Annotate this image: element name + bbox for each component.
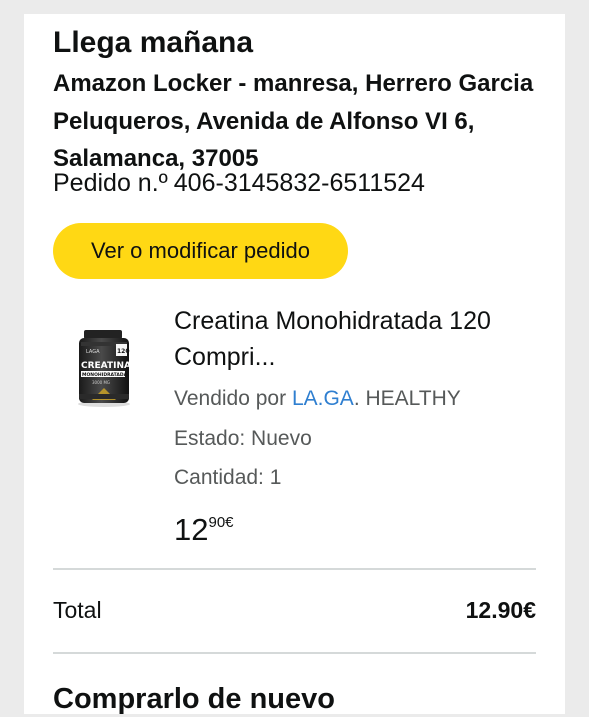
product-image[interactable]: LAGA 120 CREATINA MONOHIDRATADA 3000 MG — [64, 328, 144, 408]
divider — [53, 568, 536, 570]
seller-link[interactable]: LA.GA — [292, 387, 354, 410]
delivery-address: Amazon Locker - manresa, Herrero Garcia … — [53, 70, 534, 172]
order-card: Llega mañana Amazon Locker - manresa, He… — [24, 14, 565, 715]
order-number-value: 406-3145832-6511524 — [173, 169, 425, 197]
product-quantity: Cantidad: 1 — [174, 466, 282, 489]
order-number: Pedido n.º 406-3145832-6511524 — [53, 166, 425, 200]
product-image-sublabel: MONOHIDRATADA — [82, 372, 128, 378]
order-number-label: Pedido n.º — [53, 169, 168, 197]
product-title-link[interactable]: Creatina Monohidratada 120 Compri... — [174, 303, 544, 375]
sold-by: Vendido por LA.GA. HEALTHY — [174, 384, 461, 414]
product-image-dose: 3000 MG — [92, 380, 110, 385]
divider — [53, 652, 536, 654]
product-image-label: CREATINA — [81, 361, 131, 371]
buy-again-heading: Comprarlo de nuevo — [53, 683, 335, 715]
delivery-status-title: Llega mañana — [53, 26, 254, 59]
seller-name-rest: . HEALTHY — [353, 387, 461, 410]
total-label: Total — [53, 597, 102, 623]
product-price: 1290€ — [174, 510, 234, 550]
price-fraction: 90€ — [208, 514, 234, 531]
manage-order-button[interactable]: Ver o modificar pedido — [53, 223, 348, 279]
price-whole: 12 — [174, 512, 209, 547]
sold-by-prefix: Vendido por — [174, 387, 287, 410]
product-image-brand: LAGA — [86, 349, 100, 355]
product-image-count: 120 — [117, 348, 130, 355]
product-condition: Estado: Nuevo — [174, 427, 312, 450]
total-value: 12.90€ — [465, 597, 536, 623]
